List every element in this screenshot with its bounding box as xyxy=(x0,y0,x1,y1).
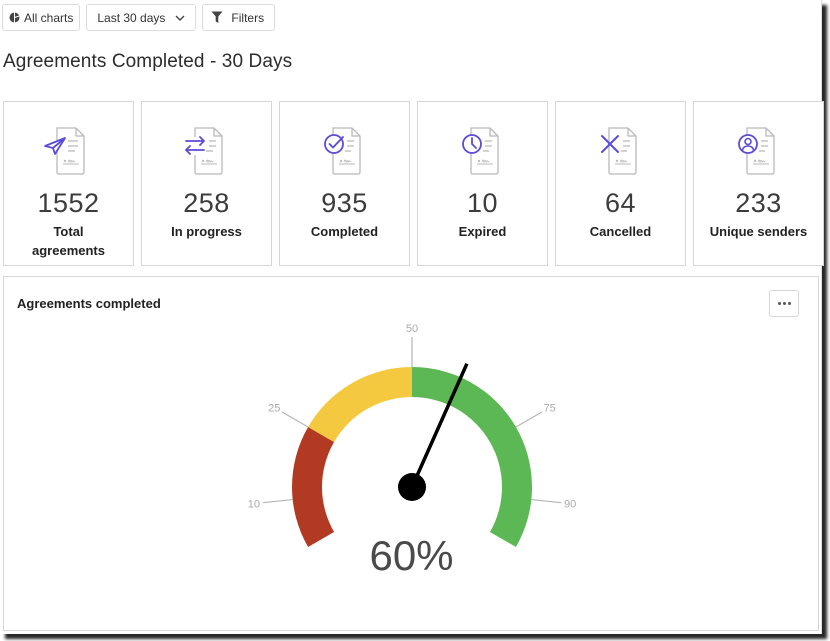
kpi-value: 258 xyxy=(183,188,230,218)
gauge-tick-label: 10 xyxy=(248,499,260,511)
all-charts-label: All charts xyxy=(24,10,74,25)
kpi-cards: 1552 Total agreements 258 In progress 93… xyxy=(3,101,824,266)
filters-button[interactable]: Filters xyxy=(202,4,276,31)
gauge-tick xyxy=(281,411,309,428)
send-icon xyxy=(43,127,85,175)
kpi-value: 1552 xyxy=(37,188,100,218)
kpi-label: Expired xyxy=(458,224,507,239)
date-range-label: Last 30 days xyxy=(97,10,166,25)
gauge-tick xyxy=(515,411,543,428)
gauge-tick-label: 90 xyxy=(564,499,576,511)
kpi-card-unique-senders[interactable]: 233 Unique senders xyxy=(693,101,824,266)
kpi-value: 935 xyxy=(321,188,368,218)
kpi-value: 10 xyxy=(466,188,499,218)
gauge-band-1 xyxy=(308,367,412,442)
check-circle-icon xyxy=(323,127,361,175)
gauge-value-label: 60% xyxy=(369,532,454,579)
gauge-tick-label: 50 xyxy=(406,323,418,335)
kpi-label: Total agreements xyxy=(32,224,105,258)
page-title: Agreements Completed - 30 Days xyxy=(3,51,293,72)
transfer-arrows-icon xyxy=(183,127,223,175)
kpi-card-cancelled[interactable]: 64 Cancelled xyxy=(555,101,686,266)
filters-label: Filters xyxy=(231,10,265,25)
gauge-tick xyxy=(262,498,293,504)
all-charts-button[interactable]: All charts xyxy=(2,4,81,31)
chevron-down-icon xyxy=(175,15,185,21)
gauge-band-2 xyxy=(412,367,532,547)
filter-icon xyxy=(211,11,223,24)
user-circle-icon xyxy=(737,127,775,175)
gauge-needle-hub xyxy=(398,473,426,501)
kpi-value: 233 xyxy=(735,188,782,218)
gauge-tick xyxy=(531,498,562,504)
kpi-label: Unique senders xyxy=(709,224,808,239)
kpi-label: Completed xyxy=(310,224,379,239)
dashboard-window: All charts Last 30 days Filters Agreemen… xyxy=(0,0,824,634)
chart-panel: Agreements completed 10 25 50 75 90 60% xyxy=(3,276,819,631)
kpi-value: 64 xyxy=(604,188,637,218)
x-icon xyxy=(600,127,637,175)
kpi-card-completed[interactable]: 935 Completed xyxy=(279,101,410,266)
kpi-label: Cancelled xyxy=(589,224,652,239)
pie-chart-icon xyxy=(9,12,20,23)
kpi-card-total-agreements[interactable]: 1552 Total agreements xyxy=(3,101,134,266)
gauge-tick-label: 25 xyxy=(268,403,280,415)
kpi-label: In progress xyxy=(171,224,242,239)
kpi-card-in-progress[interactable]: 258 In progress xyxy=(141,101,272,266)
gauge-band-0 xyxy=(292,427,335,547)
clock-icon xyxy=(461,127,499,175)
kpi-card-expired[interactable]: 10 Expired xyxy=(417,101,548,266)
toolbar: All charts Last 30 days Filters xyxy=(2,4,276,31)
gauge-tick-label: 75 xyxy=(544,403,556,415)
date-range-dropdown[interactable]: Last 30 days xyxy=(86,4,197,31)
